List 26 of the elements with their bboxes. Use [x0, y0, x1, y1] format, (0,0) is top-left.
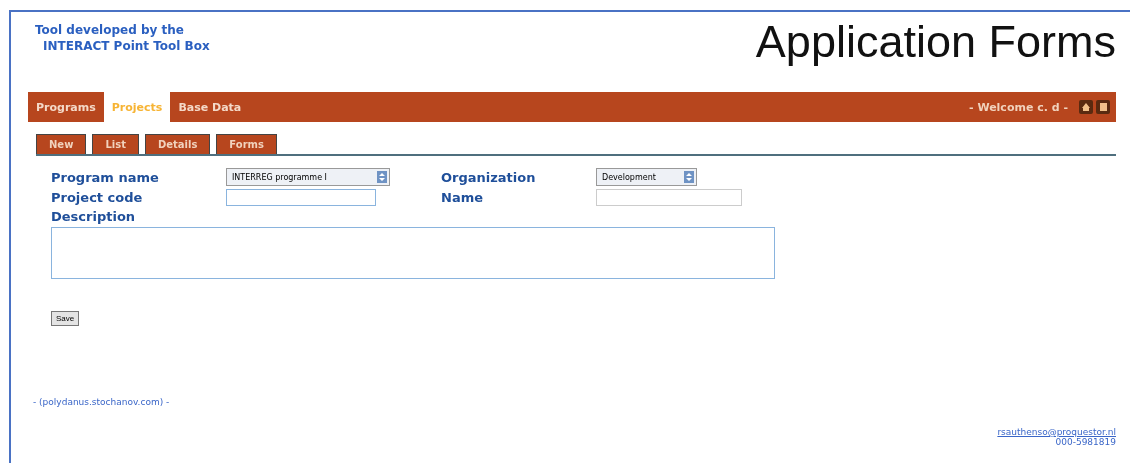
- credit-text: Tool developed by the: [35, 22, 185, 38]
- page-title: Application Forms: [755, 16, 1116, 68]
- sub-tab[interactable]: Details: [144, 134, 211, 154]
- description-field[interactable]: [51, 227, 775, 279]
- field-label: Description: [51, 209, 137, 224]
- credit-text: INTERACT Point Tool Box: [42, 38, 210, 54]
- exit-icon[interactable]: [1096, 100, 1110, 114]
- welcome-text: - Welcome c. d -: [969, 100, 1068, 114]
- program-select[interactable]: INTERREG programme I: [226, 168, 390, 186]
- home-icon[interactable]: [1079, 100, 1093, 114]
- phone-number: 000-5981819: [1055, 437, 1116, 447]
- name-field[interactable]: [596, 189, 742, 206]
- sub-tab[interactable]: Forms: [216, 134, 277, 154]
- footer-link[interactable]: - (polydanus.stochanov.com) -: [33, 397, 170, 407]
- spinner-icon: [377, 171, 387, 183]
- field-label: Name: [441, 190, 484, 205]
- organization-select[interactable]: Development: [596, 168, 697, 186]
- email-link[interactable]: rsauthenso@proquestor.nl: [997, 427, 1116, 437]
- sub-tab[interactable]: New: [36, 134, 87, 154]
- save-button[interactable]: Save: [51, 311, 80, 326]
- spinner-icon: [684, 171, 694, 183]
- field-label: Program name: [51, 169, 160, 185]
- sub-tab[interactable]: List: [92, 134, 139, 154]
- field-label: Project code: [51, 190, 144, 205]
- project-code-field[interactable]: [226, 189, 376, 206]
- field-label: Organization: [441, 169, 537, 185]
